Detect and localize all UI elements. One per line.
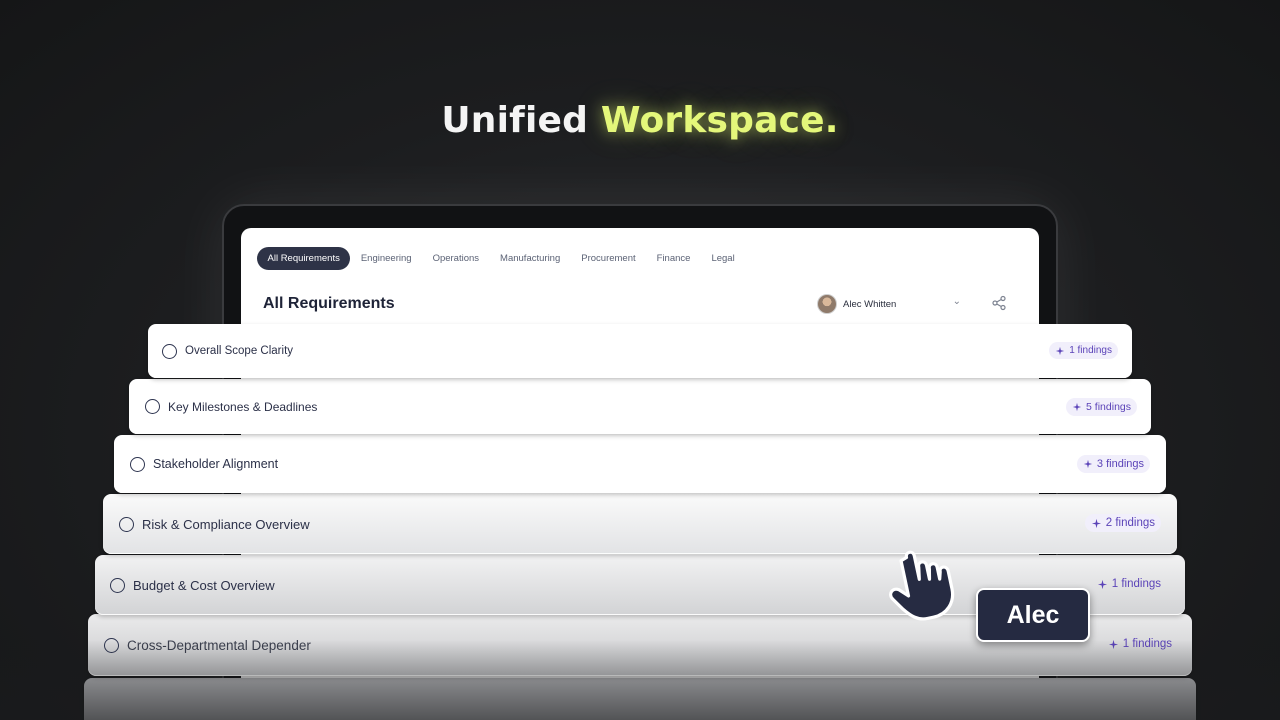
sparkle-icon bbox=[1072, 402, 1082, 412]
headline: Unified Workspace. bbox=[0, 100, 1280, 141]
sparkle-icon bbox=[1097, 579, 1107, 589]
requirement-row[interactable]: Key Milestones & Deadlines 5 findings bbox=[129, 379, 1151, 434]
headline-accent: Workspace. bbox=[600, 100, 839, 141]
requirement-row[interactable]: Overall Scope Clarity 1 findings bbox=[148, 324, 1132, 378]
user-name: Alec Whitten bbox=[843, 298, 897, 310]
findings-count: 1 findings bbox=[1069, 345, 1112, 356]
requirement-title: Key Milestones & Deadlines bbox=[168, 399, 318, 414]
hand-pointer-icon bbox=[889, 550, 955, 621]
findings-badge[interactable]: 5 findings bbox=[1066, 398, 1137, 416]
tab-manufacturing[interactable]: Manufacturing bbox=[490, 247, 571, 270]
tab-finance[interactable]: Finance bbox=[646, 247, 701, 270]
status-circle-icon[interactable] bbox=[145, 399, 160, 414]
findings-count: 2 findings bbox=[1105, 517, 1155, 529]
tab-bar: All Requirements Engineering Operations … bbox=[257, 247, 745, 270]
user-select[interactable]: Alec Whitten ⌄ bbox=[815, 291, 975, 317]
tab-engineering[interactable]: Engineering bbox=[350, 247, 422, 270]
findings-count: 3 findings bbox=[1096, 458, 1144, 470]
tab-legal[interactable]: Legal bbox=[701, 247, 745, 270]
cursor-name-tag: Alec bbox=[976, 588, 1090, 642]
findings-badge[interactable]: 1 findings bbox=[1049, 342, 1118, 359]
findings-count: 1 findings bbox=[1111, 578, 1161, 590]
status-circle-icon[interactable] bbox=[130, 456, 145, 472]
findings-badge[interactable]: 2 findings bbox=[1084, 514, 1161, 532]
requirement-title: Budget & Cost Overview bbox=[133, 577, 275, 593]
status-circle-icon[interactable] bbox=[104, 637, 119, 653]
tab-procurement[interactable]: Procurement bbox=[571, 247, 646, 270]
page-title: All Requirements bbox=[263, 295, 395, 312]
sparkle-icon bbox=[1083, 459, 1093, 469]
findings-badge[interactable]: 3 findings bbox=[1076, 455, 1150, 473]
requirement-row[interactable]: Risk & Compliance Overview 2 findings bbox=[103, 494, 1177, 554]
headline-part1: Unified bbox=[441, 100, 589, 141]
findings-badge[interactable]: 1 findings bbox=[1102, 635, 1178, 653]
requirement-title: Overall Scope Clarity bbox=[185, 345, 294, 357]
findings-badge[interactable]: 1 findings bbox=[1091, 575, 1167, 593]
sparkle-icon bbox=[1091, 518, 1101, 528]
status-circle-icon[interactable] bbox=[162, 343, 177, 359]
findings-count: 1 findings bbox=[1122, 638, 1172, 650]
avatar bbox=[817, 294, 837, 314]
status-circle-icon[interactable] bbox=[110, 577, 125, 593]
requirement-title: Cross-Departmental Depender bbox=[127, 637, 311, 653]
tab-all-requirements[interactable]: All Requirements bbox=[257, 247, 351, 270]
sparkle-icon bbox=[1108, 639, 1118, 649]
findings-count: 5 findings bbox=[1086, 401, 1131, 413]
requirement-row[interactable]: Stakeholder Alignment 3 findings bbox=[114, 435, 1166, 493]
requirement-title: Risk & Compliance Overview bbox=[142, 516, 310, 532]
sparkle-icon bbox=[1056, 346, 1065, 355]
requirement-title: Stakeholder Alignment bbox=[153, 457, 279, 471]
status-circle-icon[interactable] bbox=[119, 516, 134, 532]
chevron-down-icon: ⌄ bbox=[952, 296, 961, 307]
requirement-row-phantom bbox=[84, 678, 1196, 720]
share-icon[interactable] bbox=[991, 295, 1007, 311]
tab-operations[interactable]: Operations bbox=[422, 247, 489, 270]
